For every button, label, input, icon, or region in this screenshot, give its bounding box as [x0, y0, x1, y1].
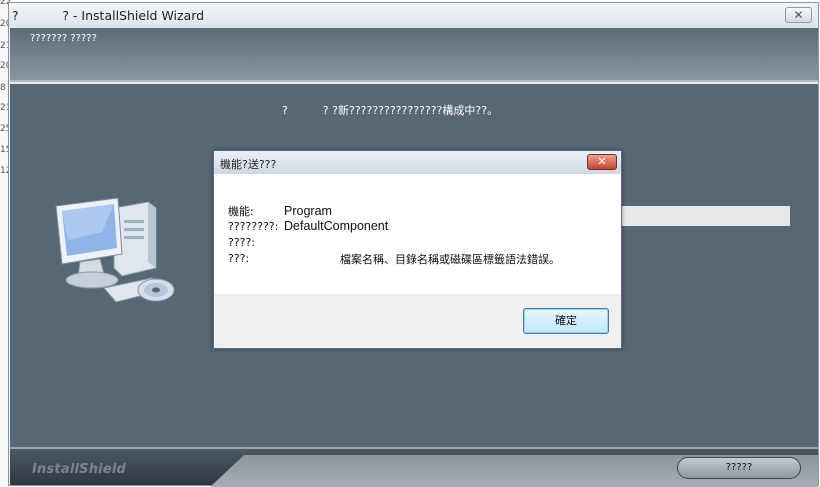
- dialog-close-button[interactable]: ✕: [587, 154, 617, 170]
- background-number: 8: [0, 83, 6, 93]
- detail-label: ????????:: [228, 220, 279, 233]
- detail-row-feature: 機能: Program: [228, 203, 332, 219]
- progress-bar: [620, 206, 790, 226]
- dialog-titlebar[interactable]: 機能?送??? ✕: [214, 151, 621, 174]
- detail-label: ???:: [228, 252, 250, 265]
- close-icon: ✕: [793, 8, 804, 22]
- detail-row-component: ????????: DefaultComponent: [228, 219, 388, 233]
- ok-button[interactable]: 確定: [523, 308, 609, 334]
- window-titlebar[interactable]: ? ? - InstallShield Wizard ✕: [9, 3, 818, 28]
- status-text: ? ? ?新????????????????構成中??。: [282, 104, 499, 117]
- detail-label: ????:: [228, 236, 256, 249]
- error-message: 檔案名稱、目錄名稱或磁碟區標籤語法錯誤。: [340, 253, 560, 266]
- computer-icon: [55, 198, 175, 303]
- window-close-button[interactable]: ✕: [785, 7, 812, 23]
- cd-disc-icon: [137, 278, 175, 302]
- detail-label: 機能:: [228, 205, 254, 218]
- dialog-content: 機能: Program ????????: DefaultComponent ???…: [214, 174, 621, 294]
- detail-value: DefaultComponent: [284, 219, 389, 233]
- detail-row-error: ???: 檔案名稱、目錄名稱或磁碟區標籤語法錯誤。: [228, 251, 560, 266]
- detail-row-file: ????:: [228, 235, 284, 249]
- error-dialog: 機能?送??? ✕ 機能: Program ????????: DefaultCom…: [213, 150, 622, 349]
- cancel-button[interactable]: ?????: [677, 457, 801, 479]
- dialog-title: 機能?送???: [220, 158, 277, 171]
- close-icon: ✕: [597, 155, 607, 168]
- dialog-button-area: 確定: [214, 294, 621, 348]
- installshield-logo: InstallShield: [32, 462, 126, 477]
- wizard-footer: InstallShield ?????: [10, 447, 818, 487]
- wizard-header: ??????? ?????: [10, 28, 818, 82]
- window-title: ? ? - InstallShield Wizard: [12, 8, 205, 23]
- header-subtitle: ??????? ?????: [30, 33, 97, 44]
- detail-value: Program: [284, 204, 332, 218]
